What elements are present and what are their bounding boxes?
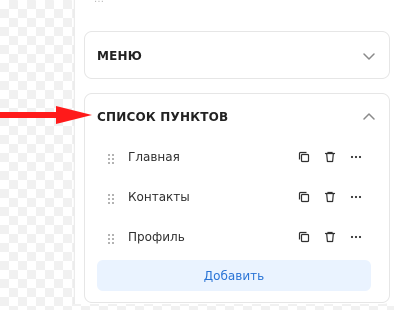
item-list-section: СПИСОК ПУНКТОВ Главная Контакты Профиль … <box>84 93 390 303</box>
menu-section[interactable]: МЕНЮ <box>84 31 390 79</box>
list-item[interactable]: Контакты <box>105 187 377 209</box>
annotation-arrow <box>0 106 92 124</box>
item-actions <box>295 228 365 246</box>
list-item[interactable]: Профиль <box>105 227 377 249</box>
item-actions <box>295 148 365 166</box>
top-text-fragment: ... <box>94 0 164 6</box>
menu-section-title: МЕНЮ <box>97 49 143 63</box>
workspace-background: ... МЕНЮ СПИСОК ПУНКТОВ <box>0 0 394 310</box>
copy-icon[interactable] <box>295 148 313 166</box>
item-actions <box>295 188 365 206</box>
list-item-label: Профиль <box>128 230 185 244</box>
item-list-section-title: СПИСОК ПУНКТОВ <box>97 110 229 124</box>
chevron-up-icon[interactable] <box>361 109 377 125</box>
list-item-label: Контакты <box>128 190 190 204</box>
drag-handle-icon[interactable] <box>105 231 117 245</box>
more-icon[interactable] <box>347 188 365 206</box>
trash-icon[interactable] <box>321 228 339 246</box>
copy-icon[interactable] <box>295 188 313 206</box>
add-item-button[interactable]: Добавить <box>97 260 371 291</box>
trash-icon[interactable] <box>321 188 339 206</box>
chevron-down-icon[interactable] <box>361 48 377 64</box>
list-item-label: Главная <box>128 150 180 164</box>
trash-icon[interactable] <box>321 148 339 166</box>
copy-icon[interactable] <box>295 228 313 246</box>
more-icon[interactable] <box>347 148 365 166</box>
list-item[interactable]: Главная <box>105 147 377 169</box>
drag-handle-icon[interactable] <box>105 151 117 165</box>
drag-handle-icon[interactable] <box>105 191 117 205</box>
more-icon[interactable] <box>347 228 365 246</box>
